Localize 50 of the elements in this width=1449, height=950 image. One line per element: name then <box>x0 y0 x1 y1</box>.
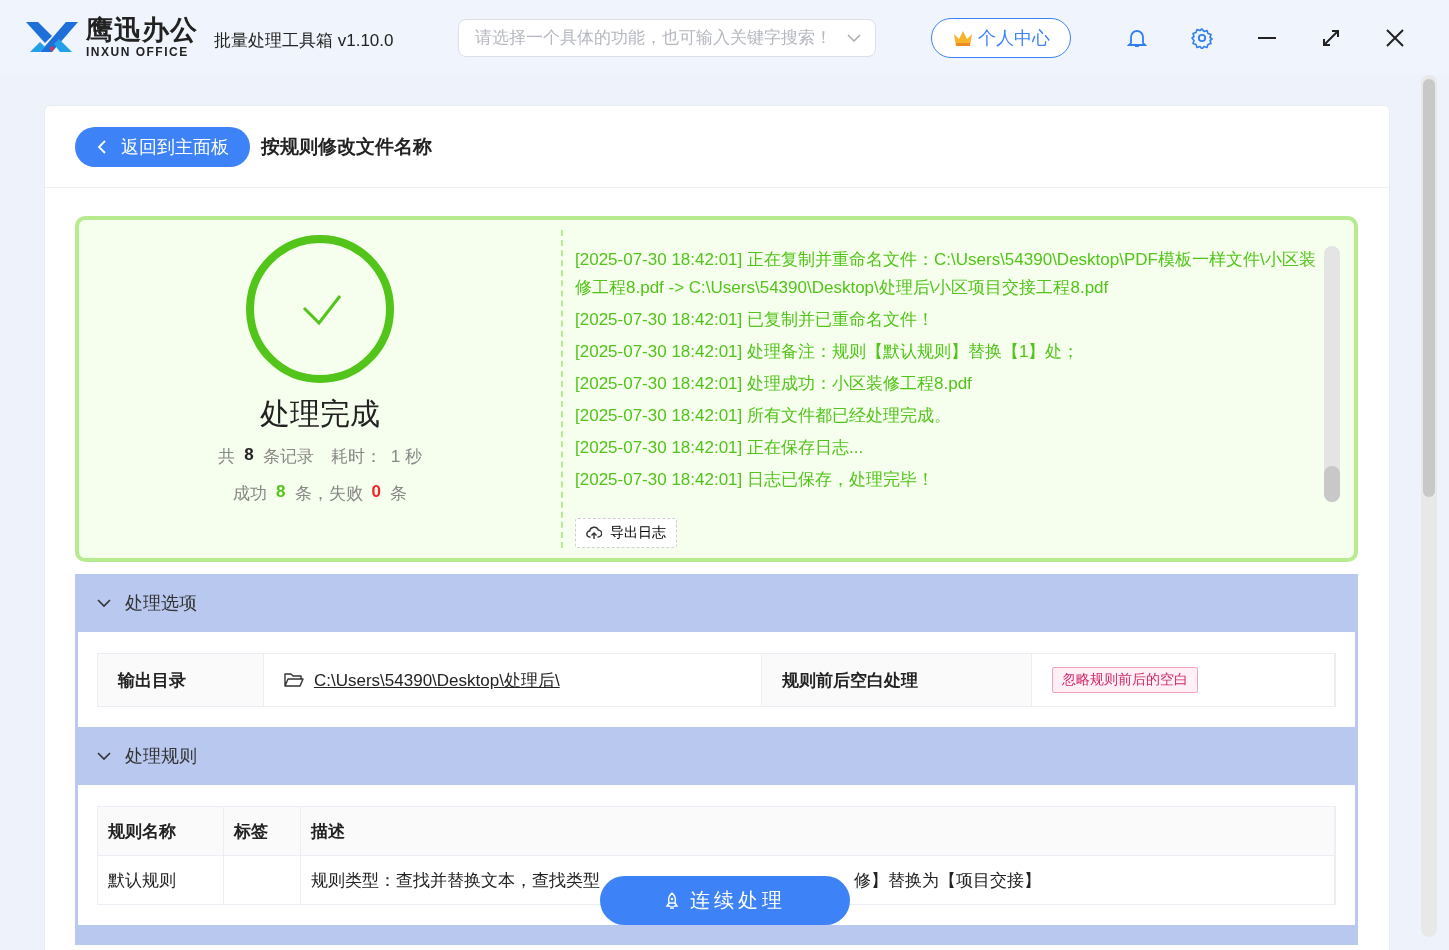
logo-subtitle: INXUN OFFICE <box>86 46 190 58</box>
scrollbar[interactable] <box>1324 246 1341 502</box>
log-line: [2025-07-30 18:42:01] 处理备注：规则【默认规则】替换【1】处； <box>575 341 1081 363</box>
table-cell-text: 规则类型：查找并替换文本，查找类型 <box>311 869 600 892</box>
column-header: 规则名称 <box>98 807 224 856</box>
folder-icon <box>284 672 304 688</box>
option-tag: 忽略规则前后的空白 <box>1052 667 1198 693</box>
logo-name: 鹰迅办公 <box>86 17 198 44</box>
table-cell: 默认规则 <box>98 856 224 904</box>
summary-count: 0 <box>371 482 381 503</box>
column-header: 标签 <box>224 807 301 856</box>
search-field[interactable]: 请选择一个具体的功能，也可输入关键字搜索！ <box>457 18 876 57</box>
rocket-icon <box>664 891 680 910</box>
close-icon[interactable] <box>1385 27 1405 48</box>
table-cell-text: 修】替换为【项目交接】 <box>854 869 1041 892</box>
summary-count: 8 <box>276 482 286 503</box>
success-check-icon <box>245 234 395 384</box>
summary-text: 耗时： <box>330 446 382 468</box>
cloud-upload-icon <box>586 526 602 540</box>
column-header: 描述 <box>301 807 1336 856</box>
summary-text: 1 秒 <box>390 446 422 468</box>
log-line: [2025-07-30 18:42:01] 日志已保存，处理完毕！ <box>575 469 936 491</box>
log-line: [2025-07-30 18:42:01] 所有文件都已经处理完成。 <box>575 405 953 427</box>
section-header[interactable]: 处理规则 <box>75 727 1359 785</box>
log-line: [2025-07-30 18:42:01] 已复制并已重命名文件！ <box>575 309 936 331</box>
log-line: [2025-07-30 18:42:01] 处理成功：小区装修工程8.pdf <box>575 373 973 395</box>
summary-count: 8 <box>244 445 254 466</box>
continue-button[interactable]: 连续处理 <box>600 876 850 925</box>
chevron-left-icon <box>96 138 107 155</box>
settings-icon[interactable] <box>1191 26 1213 49</box>
log-line: [2025-07-30 18:42:01] 正在复制并重命名文件：C:\Users\54390\Desktop\PDF模板一样文件\小区装修工程8.pdf -> C:\Users\54390\Desktop\处理后\小区项目交接工程8.pdf <box>575 249 1317 299</box>
scrollbar[interactable] <box>1421 75 1437 937</box>
chevron-down-icon <box>846 32 861 43</box>
summary-text: 共 <box>218 446 236 468</box>
log-line: [2025-07-30 18:42:01] 正在保存日志... <box>575 437 865 459</box>
back-button[interactable]: 返回到主面板 <box>75 126 250 167</box>
summary-text: 条 <box>389 483 407 505</box>
field-label: 规则前后空白处理 <box>762 654 1032 706</box>
page-title: 按规则修改文件名称 <box>261 134 432 159</box>
app-title: 批量处理工具箱 v1.10.0 <box>214 30 394 52</box>
summary-text: 成功 <box>233 483 268 505</box>
maximize-icon[interactable] <box>1321 27 1341 48</box>
summary-text: 条记录 <box>262 446 314 468</box>
summary-text: 条，失败 <box>294 483 363 505</box>
field-label: 输出目录 <box>98 654 264 706</box>
user-center-button[interactable]: 个人中心 <box>931 17 1071 58</box>
folder-link[interactable]: C:\Users\54390\Desktop\处理后\ <box>314 668 560 692</box>
export-log-button[interactable]: 导出日志 <box>575 518 677 548</box>
section-header[interactable]: 处理选项 <box>75 574 1359 632</box>
status-title: 处理完成 <box>260 396 380 432</box>
